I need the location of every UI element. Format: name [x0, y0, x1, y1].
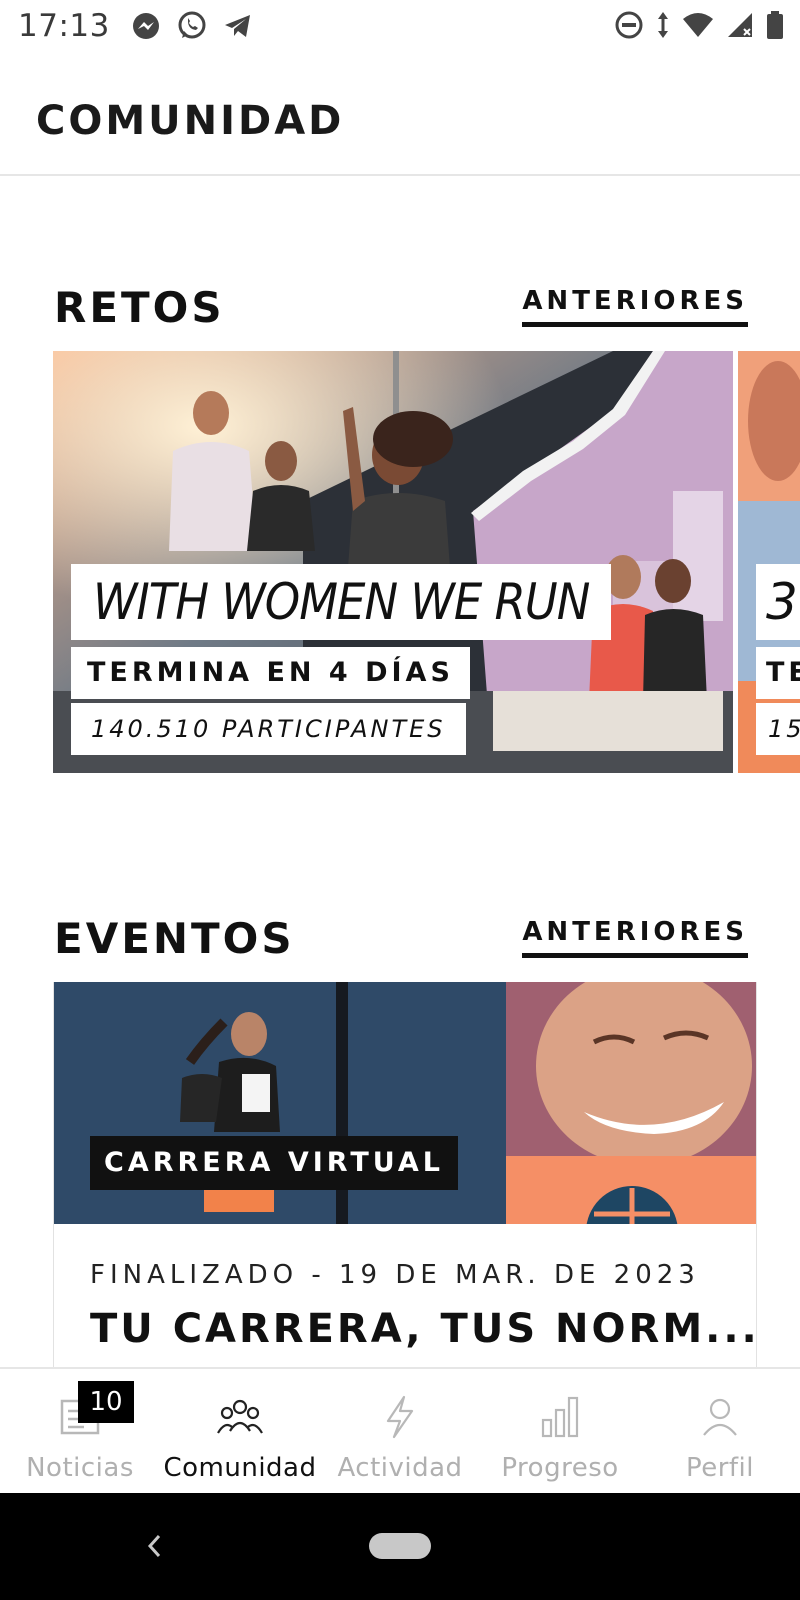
event-type-badge: CARRERA VIRTUAL — [90, 1136, 458, 1190]
messenger-icon — [133, 13, 159, 39]
home-button[interactable] — [369, 1533, 431, 1559]
events-section-title: EVENTOS — [54, 914, 295, 963]
data-arrows-icon — [658, 12, 668, 38]
next-challenge-participants-fragment: 15 — [756, 703, 800, 755]
nav-item-comunidad[interactable]: Comunidad — [160, 1369, 320, 1493]
bar-chart-icon — [540, 1391, 580, 1443]
challenges-section-title: RETOS — [54, 283, 225, 332]
notification-icons — [130, 10, 254, 42]
person-icon — [701, 1391, 739, 1443]
nav-item-perfil[interactable]: Perfil — [640, 1369, 800, 1493]
do-not-disturb-icon — [615, 11, 643, 39]
system-icons — [614, 10, 784, 40]
back-icon[interactable] — [140, 1531, 170, 1561]
bottom-navigation: Noticias 10 Comunidad Actividad Progreso… — [0, 1367, 800, 1493]
event-title: TU CARRERA, TUS NORM... — [90, 1306, 757, 1352]
news-count-badge: 10 — [78, 1381, 134, 1423]
next-challenge-name-fragment: 3 — [756, 564, 800, 640]
event-status-date: FINALIZADO - 19 DE MAR. DE 2023 — [90, 1260, 700, 1290]
challenge-participants: 140.510 PARTICIPANTES — [71, 703, 466, 755]
nav-item-progreso[interactable]: Progreso — [480, 1369, 640, 1493]
wifi-icon — [683, 13, 713, 37]
challenge-deadline: TERMINA EN 4 DÍAS — [71, 647, 470, 699]
challenge-name: WITH WOMEN WE RUN — [71, 564, 612, 640]
whatsapp-icon — [178, 11, 206, 39]
nav-item-noticias[interactable]: Noticias 10 — [0, 1369, 160, 1493]
nav-label-actividad: Actividad — [337, 1453, 463, 1483]
next-challenge-card[interactable]: 3 TE 15 — [738, 351, 800, 773]
status-bar: 17:13 — [0, 0, 800, 56]
next-challenge-deadline-fragment: TE — [756, 647, 800, 699]
signal-icon — [728, 13, 752, 37]
challenges-previous-link[interactable]: ANTERIORES — [522, 286, 748, 327]
battery-icon — [767, 11, 783, 39]
community-icon — [216, 1391, 264, 1443]
system-navigation-bar — [0, 1493, 800, 1600]
nav-label-comunidad: Comunidad — [163, 1453, 317, 1483]
telegram-icon — [225, 15, 250, 37]
challenge-card[interactable]: WITH WOMEN WE RUN TERMINA EN 4 DÍAS 140.… — [53, 351, 733, 773]
nav-label-noticias: Noticias — [26, 1453, 134, 1483]
nav-label-progreso: Progreso — [501, 1453, 619, 1483]
status-time: 17:13 — [18, 8, 110, 44]
nav-label-perfil: Perfil — [685, 1453, 755, 1483]
event-card-image: CARRERA VIRTUAL — [54, 982, 756, 1224]
events-previous-link[interactable]: ANTERIORES — [522, 917, 748, 958]
lightning-icon — [382, 1391, 418, 1443]
page-title: COMUNIDAD — [36, 98, 345, 144]
nav-item-actividad[interactable]: Actividad — [320, 1369, 480, 1493]
app-header: COMUNIDAD — [0, 56, 800, 176]
event-card[interactable]: CARRERA VIRTUAL FINALIZADO - 19 DE MAR. … — [53, 982, 757, 1372]
